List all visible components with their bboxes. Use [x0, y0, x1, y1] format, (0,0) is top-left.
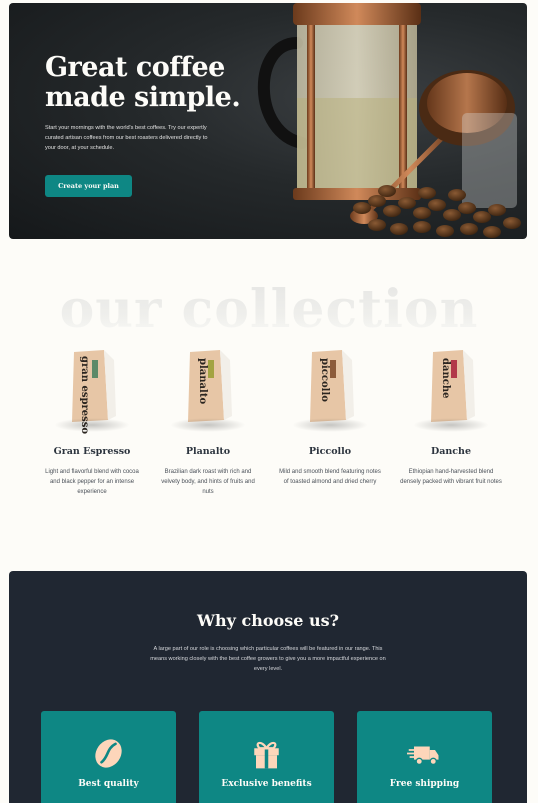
feature-card-free-shipping: Free shipping [357, 711, 492, 803]
why-choose-us-section: Why choose us? A large part of our role … [9, 571, 527, 803]
coffee-bag-image: danche [391, 340, 511, 435]
coffee-bean-icon [95, 739, 122, 768]
product-list: gran espresso Gran Espresso Light and fl… [0, 340, 538, 510]
product-description: Light and flavorful blend with cocoa and… [45, 469, 139, 495]
coffee-bag-image: gran espresso [32, 340, 152, 435]
hero-title-line1: Great coffee [45, 52, 225, 83]
product-description: Ethiopian hand-harvested blend densely p… [400, 469, 502, 485]
truck-icon [407, 746, 439, 766]
why-description: A large part of our role is choosing whi… [150, 646, 386, 672]
product-card-planalto[interactable]: planalto Planalto Brazilian dark roast w… [148, 340, 268, 497]
hero-coffee-image [257, 3, 521, 238]
product-name: Planalto [185, 446, 231, 457]
coffee-bag-image: planalto [148, 340, 268, 435]
bag-label: danche [440, 358, 451, 398]
hero-description: Start your mornings with the world's bes… [45, 125, 208, 151]
product-description: Mild and smooth blend featuring notes of… [279, 469, 381, 485]
feature-card-best-quality: Best quality [41, 711, 176, 803]
gift-icon [254, 741, 279, 769]
hero-section: Great coffee made simple. Start your mor… [9, 3, 527, 239]
product-card-danche[interactable]: danche Danche Ethiopian hand-harvested b… [391, 340, 511, 487]
coffee-bag-image: piccollo [270, 340, 390, 435]
product-name: Piccollo [308, 446, 352, 457]
product-name: Gran Espresso [53, 446, 131, 457]
why-title: Why choose us? [197, 611, 339, 630]
bag-label: piccollo [319, 358, 330, 402]
feature-label: Exclusive benefits [221, 779, 312, 789]
hero-title-line2: made simple. [45, 82, 241, 113]
bag-accent [92, 360, 98, 378]
collection-heading: our collection [0, 280, 538, 340]
create-plan-button[interactable]: Create your plan [45, 175, 132, 197]
product-name: Danche [430, 446, 472, 457]
bag-label: planalto [197, 358, 208, 404]
product-card-piccollo[interactable]: piccollo Piccollo Mild and smooth blend … [270, 340, 390, 487]
product-description: Brazilian dark roast with rich and velve… [161, 469, 255, 495]
feature-label: Best quality [78, 779, 139, 789]
feature-card-exclusive-benefits: Exclusive benefits [199, 711, 334, 803]
product-card-gran-espresso[interactable]: gran espresso Gran Espresso Light and fl… [32, 340, 152, 497]
feature-label: Free shipping [389, 779, 460, 789]
hero-title: Great coffee made simple. [45, 53, 275, 113]
